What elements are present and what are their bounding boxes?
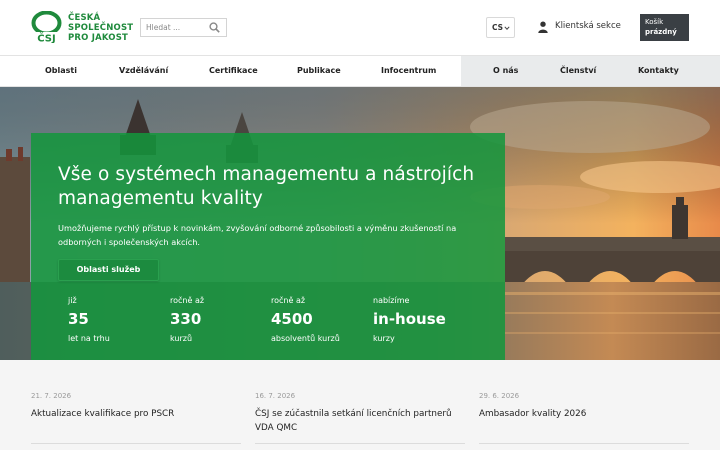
nav-item-publikace[interactable]: Publikace — [297, 66, 341, 75]
site-header: ČSJ ČESKÁ SPOLEČNOST PRO JAKOST CS Klien… — [0, 0, 720, 56]
news-item[interactable]: 21. 7. 2026 Aktualizace kvalifikace pro … — [31, 392, 241, 421]
news-divider — [479, 443, 689, 444]
stat-years: již 35 let na trhu — [68, 296, 110, 344]
stat-post: kurzů — [170, 334, 193, 343]
news-divider — [31, 443, 241, 444]
stat-value: 4500 — [271, 310, 313, 328]
news-date: 16. 7. 2026 — [255, 392, 296, 400]
chevron-down-icon — [504, 26, 510, 30]
logo-line-2: SPOLEČNOST — [68, 23, 134, 33]
stat-value: in-house — [373, 310, 446, 328]
stat-pre: ročně až — [271, 296, 306, 305]
nav-item-clenstvi[interactable]: Členství — [560, 66, 596, 75]
stat-graduates: ročně až 4500 absolventů kurzů — [271, 296, 340, 344]
cart-status: prázdný — [645, 28, 677, 36]
cart-label: Košík — [645, 18, 664, 26]
services-button[interactable]: Oblasti služeb — [58, 259, 159, 281]
nav-item-kontakty[interactable]: Kontakty — [638, 66, 679, 75]
stat-pre: ročně až — [170, 296, 205, 305]
news-title[interactable]: ČSJ se zúčastnila setkání licenčních par… — [255, 407, 465, 435]
logo-mark-icon: ČSJ — [31, 11, 62, 44]
search-icon[interactable] — [209, 22, 220, 33]
search-box — [140, 18, 227, 37]
cart-button[interactable]: Košík prázdný — [640, 14, 689, 41]
logo-line-3: PRO JAKOST — [68, 33, 129, 43]
news-title[interactable]: Ambasador kvality 2026 — [479, 407, 689, 421]
nav-item-vzdelavani[interactable]: Vzdělávání — [119, 66, 168, 75]
news-divider — [255, 443, 465, 444]
nav-item-infocentrum[interactable]: Infocentrum — [381, 66, 436, 75]
logo-line-1: ČESKÁ — [68, 13, 101, 23]
stat-value: 330 — [170, 310, 202, 328]
stat-post: kurzy — [373, 334, 395, 343]
stat-post: let na trhu — [68, 334, 110, 343]
logo-mark-text: ČSJ — [37, 32, 55, 44]
stat-pre: již — [68, 296, 77, 305]
language-select[interactable]: CS — [486, 17, 515, 38]
stat-value: 35 — [68, 310, 89, 328]
user-icon — [538, 21, 548, 33]
logo-text: ČESKÁ SPOLEČNOST PRO JAKOST — [68, 13, 133, 43]
hero-description: Umožňujeme rychlý přístup k novinkám, zv… — [58, 223, 457, 247]
news-date: 29. 6. 2026 — [479, 392, 520, 400]
client-section-label: Klientská sekce — [555, 21, 621, 31]
stat-post: absolventů kurzů — [271, 334, 340, 343]
stat-courses: ročně až 330 kurzů — [170, 296, 204, 344]
stat-pre: nabízíme — [373, 296, 410, 305]
logo[interactable]: ČSJ ČESKÁ SPOLEČNOST PRO JAKOST — [30, 11, 133, 45]
main-nav: Oblasti Vzdělávání Certifikace Publikace… — [0, 56, 720, 87]
news-item[interactable]: 29. 6. 2026 Ambasador kvality 2026 — [479, 392, 689, 421]
nav-item-o-nas[interactable]: O nás — [493, 66, 518, 75]
nav-item-oblasti[interactable]: Oblasti — [45, 66, 77, 75]
news-date: 21. 7. 2026 — [31, 392, 72, 400]
search-input[interactable] — [141, 19, 207, 36]
language-value: CS — [492, 23, 504, 32]
news-item[interactable]: 16. 7. 2026 ČSJ se zúčastnila setkání li… — [255, 392, 465, 435]
hero-title: Vše o systémech managementu a nástrojích… — [58, 164, 475, 209]
news-title[interactable]: Aktualizace kvalifikace pro PSCR — [31, 407, 241, 421]
stat-inhouse: nabízíme in-house kurzy — [373, 296, 446, 344]
nav-item-certifikace[interactable]: Certifikace — [209, 66, 258, 75]
